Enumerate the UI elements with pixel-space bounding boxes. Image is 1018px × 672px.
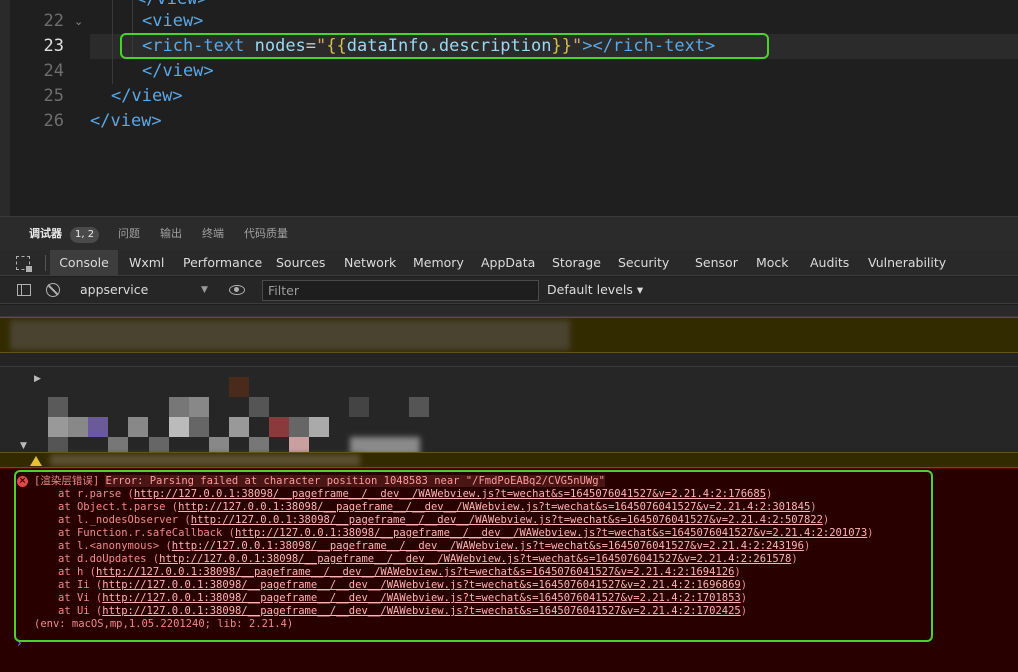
tab-mock[interactable]: Mock (756, 250, 789, 276)
code-text: </view> (90, 111, 162, 131)
tab-code-quality[interactable]: 代码质量 (244, 217, 288, 251)
tab-divider (45, 255, 46, 271)
tab-performance[interactable]: Performance (183, 250, 262, 276)
show-sidebar-icon[interactable] (17, 284, 31, 296)
redacted-content (50, 454, 360, 466)
indent-guide (112, 0, 113, 84)
redacted-pixel (269, 417, 289, 437)
tab-vulnerability[interactable]: Vulnerability (868, 250, 946, 276)
code-line-26: 26 </view> (0, 109, 1018, 134)
redacted-pixel (249, 397, 269, 417)
line-number: 26 (43, 111, 64, 131)
live-expression-eye-icon[interactable] (229, 285, 245, 295)
clear-console-icon[interactable] (46, 283, 60, 297)
redacted-pixel (229, 417, 249, 437)
expand-arrow-icon[interactable]: ▶ (34, 374, 41, 384)
code-editor[interactable]: </view> 22 ⌄ <view> 23 <rich-text nodes=… (0, 0, 1018, 216)
devtools-tabbar: Console Wxml Performance Sources Network… (0, 250, 1018, 276)
line-number: 23 (43, 36, 64, 56)
tab-storage[interactable]: Storage (552, 250, 601, 276)
tab-sources[interactable]: Sources (276, 250, 325, 276)
line-number: 24 (43, 61, 64, 81)
console-warning-obscured (0, 317, 1018, 353)
highlight-box-code (120, 33, 769, 59)
tab-debugger[interactable]: 调试器 (29, 217, 62, 251)
tab-sensor[interactable]: Sensor (695, 250, 738, 276)
tab-memory[interactable]: Memory (413, 250, 464, 276)
context-selector[interactable]: appservice (80, 277, 148, 303)
redacted-pixel (88, 417, 108, 437)
log-levels-dropdown[interactable]: Default levels ▾ (547, 277, 643, 303)
warning-icon (30, 456, 42, 466)
issue-count-badge: 1, 2 (70, 227, 100, 243)
console-message-obscured: ▶ (0, 367, 1018, 457)
redacted-content (10, 320, 570, 350)
tab-output[interactable]: 输出 (160, 217, 182, 251)
tab-security[interactable]: Security (618, 250, 669, 276)
code-line-24: 24 </view> (0, 59, 1018, 84)
redacted-pixel (309, 417, 329, 437)
console-output[interactable]: ▶ ▼ × [渲染层错误] Error: Parsing failed at c… (0, 305, 1018, 672)
fold-chevron-icon[interactable]: ⌄ (74, 9, 83, 34)
tab-appdata[interactable]: AppData (481, 250, 535, 276)
bottom-panel-tabs: 调试器 1, 2 问题 输出 终端 代码质量 (0, 216, 1018, 250)
inspect-element-icon[interactable] (16, 256, 32, 272)
tab-wxml[interactable]: Wxml (129, 250, 164, 276)
redacted-pixel (68, 417, 88, 437)
tab-console[interactable]: Console (50, 250, 118, 276)
console-prompt-icon[interactable]: › (17, 636, 22, 650)
redacted-pixel (229, 377, 249, 397)
line-number: 22 (43, 11, 64, 31)
tab-problems[interactable]: 问题 (118, 217, 140, 251)
code-text: <view> (142, 11, 204, 31)
console-warning: ▼ (0, 441, 1018, 468)
code-text: </view> (142, 61, 214, 81)
line-number: 25 (43, 86, 64, 106)
console-message (0, 305, 1018, 317)
redacted-pixel (48, 417, 68, 437)
filter-input[interactable]: Filter (262, 280, 539, 301)
redacted-pixel (349, 397, 369, 417)
redacted-pixel (128, 417, 148, 437)
code-line-25: 25 </view> (0, 84, 1018, 109)
console-message (0, 353, 1018, 367)
code-line-22: 22 ⌄ <view> (0, 9, 1018, 34)
redacted-pixel (169, 417, 189, 437)
redacted-pixel (189, 397, 209, 417)
redacted-pixel (409, 397, 429, 417)
expand-arrow-icon[interactable]: ▼ (20, 441, 27, 451)
redacted-pixel (169, 397, 189, 417)
redacted-pixel (189, 417, 209, 437)
tab-audits[interactable]: Audits (810, 250, 849, 276)
code-text: </view> (111, 86, 183, 106)
console-toolbar: appservice ▼ Filter Default levels ▾ (0, 277, 1018, 304)
tab-terminal[interactable]: 终端 (202, 217, 224, 251)
redacted-pixel (48, 397, 68, 417)
dropdown-triangle-icon[interactable]: ▼ (201, 277, 208, 303)
redacted-pixel (289, 417, 309, 437)
highlight-box-error (14, 470, 933, 642)
tab-network[interactable]: Network (344, 250, 396, 276)
